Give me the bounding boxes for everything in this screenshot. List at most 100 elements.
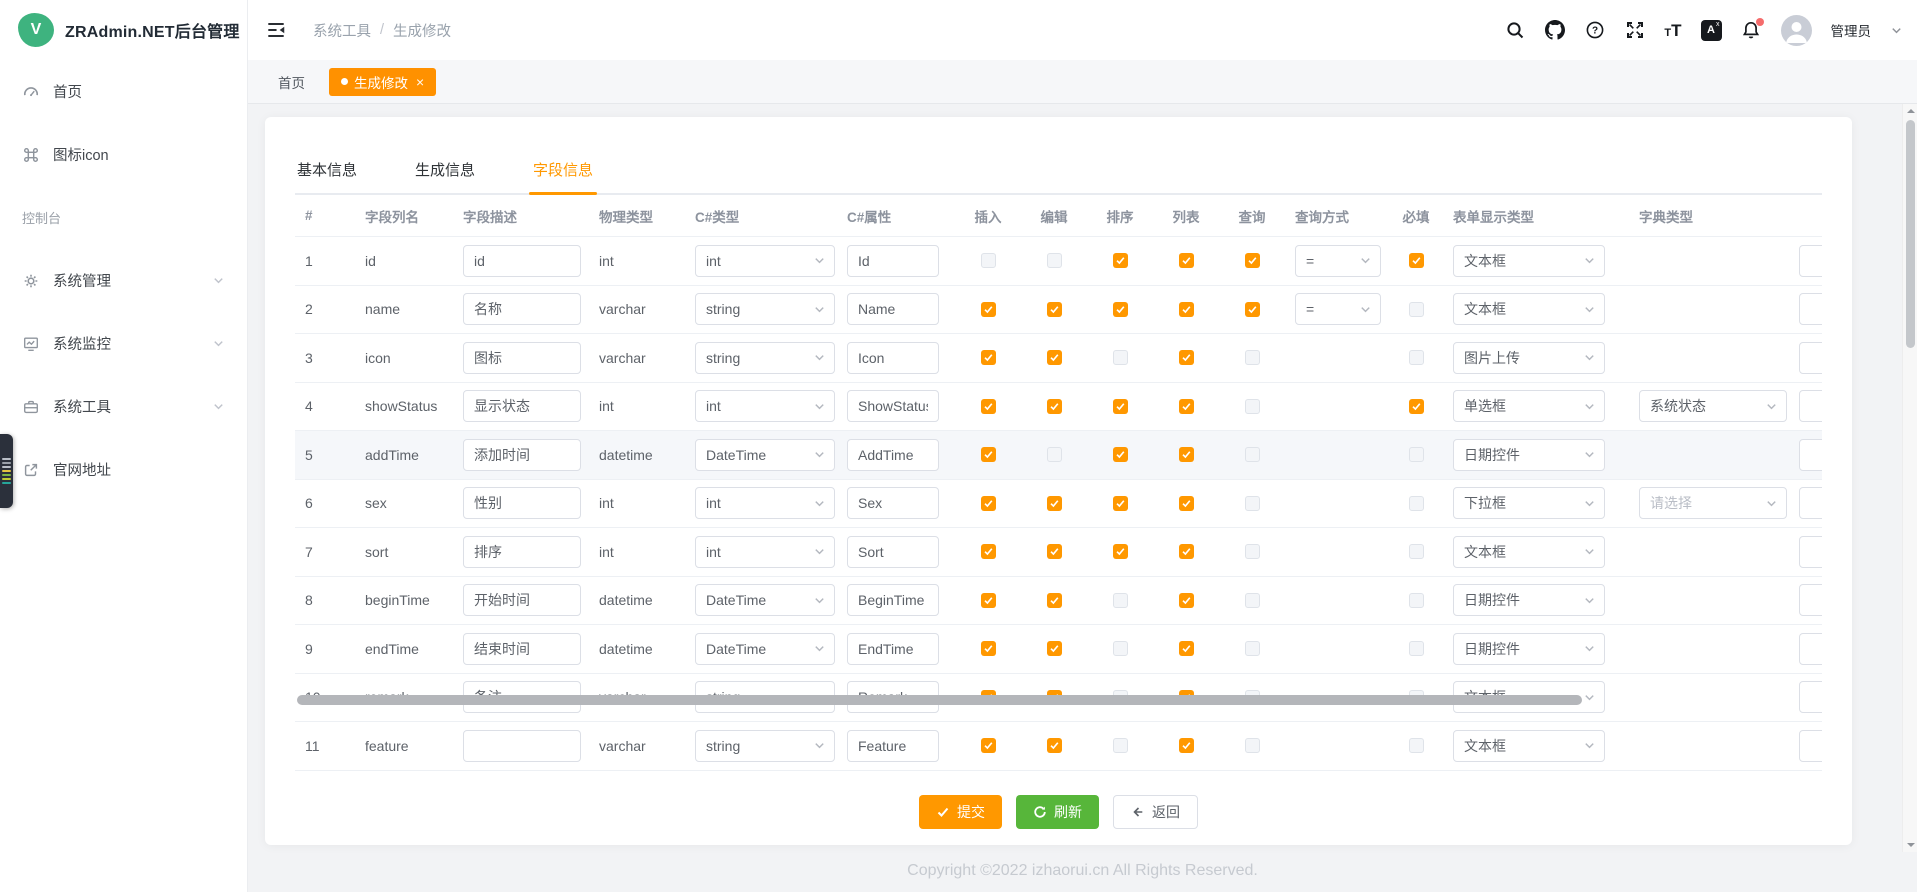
horizontal-scrollbar[interactable] — [297, 695, 1582, 705]
side-drawer-handle[interactable] — [0, 434, 13, 508]
scrollbar-thumb[interactable] — [1906, 120, 1915, 348]
required-checkbox[interactable] — [1409, 447, 1424, 462]
sidebar-collapse-icon[interactable] — [265, 19, 287, 41]
query-checkbox[interactable] — [1245, 641, 1260, 656]
query-checkbox[interactable] — [1245, 350, 1260, 365]
csharp-type-select[interactable]: int — [695, 245, 835, 277]
sort-checkbox[interactable] — [1113, 253, 1128, 268]
required-checkbox[interactable] — [1409, 302, 1424, 317]
sidebar-item-1[interactable]: 图标icon — [0, 123, 247, 186]
tag-0[interactable]: 首页 — [266, 68, 317, 96]
fullscreen-icon[interactable] — [1624, 20, 1645, 41]
close-icon[interactable]: × — [416, 75, 424, 89]
query-type-select[interactable]: = — [1295, 245, 1381, 277]
edit-checkbox[interactable] — [1047, 350, 1062, 365]
description-input[interactable] — [463, 342, 581, 374]
sort-checkbox[interactable] — [1113, 593, 1128, 608]
list-checkbox[interactable] — [1179, 738, 1194, 753]
csharp-property-input[interactable] — [847, 584, 939, 616]
csharp-property-input[interactable] — [847, 245, 939, 277]
required-checkbox[interactable] — [1409, 253, 1424, 268]
extra-input[interactable] — [1799, 536, 1822, 568]
translate-icon[interactable]: Ax — [1701, 20, 1722, 41]
sidebar-item-3[interactable]: 系统管理 — [0, 249, 247, 312]
edit-checkbox[interactable] — [1047, 447, 1062, 462]
csharp-property-input[interactable] — [847, 439, 939, 471]
sort-checkbox[interactable] — [1113, 641, 1128, 656]
csharp-type-select[interactable]: int — [695, 536, 835, 568]
list-checkbox[interactable] — [1179, 544, 1194, 559]
description-input[interactable] — [463, 633, 581, 665]
display-type-select[interactable]: 下拉框 — [1453, 487, 1605, 519]
query-checkbox[interactable] — [1245, 496, 1260, 511]
display-type-select[interactable]: 文本框 — [1453, 245, 1605, 277]
extra-input[interactable] — [1799, 245, 1822, 277]
insert-checkbox[interactable] — [981, 641, 996, 656]
sidebar-item-0[interactable]: 首页 — [0, 60, 247, 123]
extra-input[interactable] — [1799, 342, 1822, 374]
description-input[interactable] — [463, 487, 581, 519]
sort-checkbox[interactable] — [1113, 447, 1128, 462]
description-input[interactable] — [463, 293, 581, 325]
description-input[interactable] — [463, 245, 581, 277]
edit-checkbox[interactable] — [1047, 302, 1062, 317]
breadcrumb-item[interactable]: 系统工具 — [313, 20, 371, 41]
insert-checkbox[interactable] — [981, 496, 996, 511]
scroll-down-arrow[interactable] — [1903, 838, 1917, 852]
sort-checkbox[interactable] — [1113, 496, 1128, 511]
query-type-select[interactable]: = — [1295, 293, 1381, 325]
list-checkbox[interactable] — [1179, 641, 1194, 656]
list-checkbox[interactable] — [1179, 253, 1194, 268]
tab-0[interactable]: 基本信息 — [297, 159, 357, 193]
required-checkbox[interactable] — [1409, 641, 1424, 656]
display-type-select[interactable]: 单选框 — [1453, 390, 1605, 422]
required-checkbox[interactable] — [1409, 738, 1424, 753]
insert-checkbox[interactable] — [981, 593, 996, 608]
sidebar-item-4[interactable]: 系统监控 — [0, 312, 247, 375]
description-input[interactable] — [463, 439, 581, 471]
insert-checkbox[interactable] — [981, 253, 996, 268]
csharp-type-select[interactable]: DateTime — [695, 439, 835, 471]
avatar[interactable] — [1781, 15, 1812, 46]
extra-input[interactable] — [1799, 293, 1822, 325]
display-type-select[interactable]: 日期控件 — [1453, 584, 1605, 616]
description-input[interactable] — [463, 584, 581, 616]
extra-input[interactable] — [1799, 584, 1822, 616]
query-checkbox[interactable] — [1245, 399, 1260, 414]
edit-checkbox[interactable] — [1047, 641, 1062, 656]
description-input[interactable] — [463, 536, 581, 568]
sort-checkbox[interactable] — [1113, 544, 1128, 559]
edit-checkbox[interactable] — [1047, 496, 1062, 511]
refresh-button[interactable]: 刷新 — [1016, 795, 1099, 829]
csharp-type-select[interactable]: string — [695, 342, 835, 374]
required-checkbox[interactable] — [1409, 350, 1424, 365]
description-input[interactable] — [463, 390, 581, 422]
dict-type-select[interactable]: 系统状态 — [1639, 390, 1787, 422]
list-checkbox[interactable] — [1179, 350, 1194, 365]
list-checkbox[interactable] — [1179, 302, 1194, 317]
extra-input[interactable] — [1799, 390, 1822, 422]
back-button[interactable]: 返回 — [1113, 795, 1198, 829]
csharp-type-select[interactable]: string — [695, 730, 835, 762]
insert-checkbox[interactable] — [981, 302, 996, 317]
csharp-property-input[interactable] — [847, 487, 939, 519]
display-type-select[interactable]: 日期控件 — [1453, 439, 1605, 471]
dict-type-select[interactable]: 请选择 — [1639, 487, 1787, 519]
display-type-select[interactable]: 文本框 — [1453, 536, 1605, 568]
tab-1[interactable]: 生成信息 — [415, 159, 475, 193]
edit-checkbox[interactable] — [1047, 593, 1062, 608]
csharp-property-input[interactable] — [847, 390, 939, 422]
display-type-select[interactable]: 图片上传 — [1453, 342, 1605, 374]
tag-1[interactable]: 生成修改× — [329, 68, 436, 96]
insert-checkbox[interactable] — [981, 544, 996, 559]
sidebar-item-6[interactable]: 官网地址 — [0, 438, 247, 501]
csharp-property-input[interactable] — [847, 633, 939, 665]
query-checkbox[interactable] — [1245, 253, 1260, 268]
app-logo[interactable]: V ZRAdmin.NET后台管理 — [0, 0, 247, 60]
sort-checkbox[interactable] — [1113, 738, 1128, 753]
display-type-select[interactable]: 文本框 — [1453, 730, 1605, 762]
description-input[interactable] — [463, 730, 581, 762]
required-checkbox[interactable] — [1409, 399, 1424, 414]
sort-checkbox[interactable] — [1113, 350, 1128, 365]
list-checkbox[interactable] — [1179, 593, 1194, 608]
